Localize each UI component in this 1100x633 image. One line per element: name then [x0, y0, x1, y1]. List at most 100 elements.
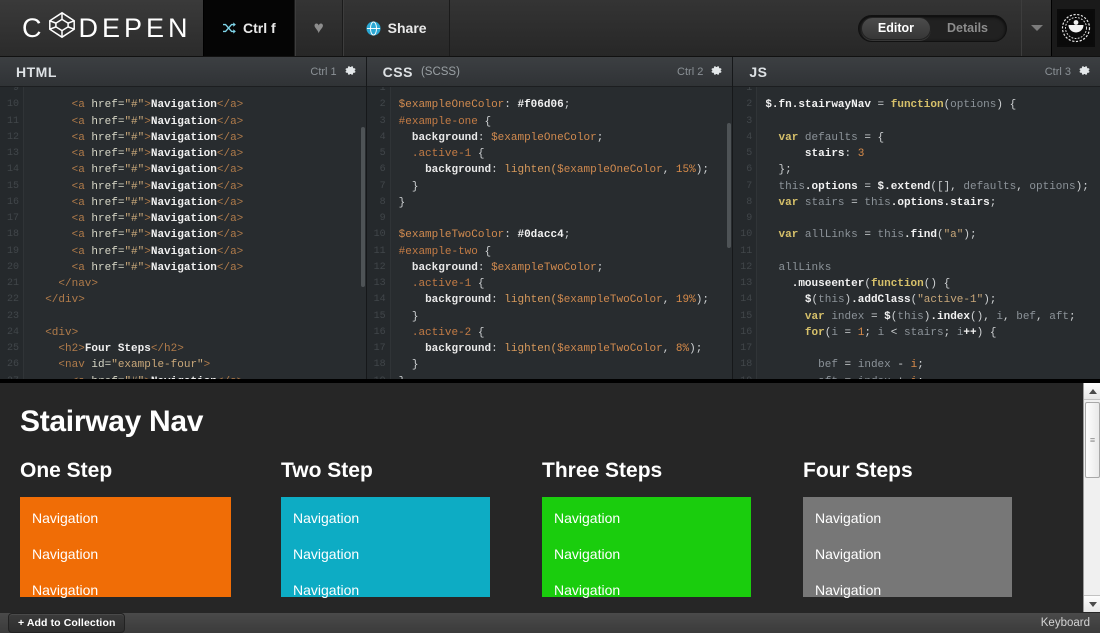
line-number: 1 [733, 87, 757, 97]
demo-nav-link[interactable]: Navigation [542, 583, 751, 597]
panel-header-js: JS Ctrl 3 [733, 57, 1100, 87]
demo-nav-link[interactable]: Navigation [20, 583, 231, 597]
demo-nav-link[interactable]: Navigation [803, 547, 1012, 561]
line-number: 10 [733, 227, 757, 243]
code-line-text [757, 244, 765, 260]
line-number: 5 [733, 146, 757, 162]
code-line: 14 background: lighten($exampleTwoColor,… [367, 292, 733, 308]
code-line-text [757, 87, 765, 97]
line-number: 4 [733, 130, 757, 146]
line-number: 17 [0, 211, 24, 227]
line-number: 5 [367, 146, 391, 162]
code-line-text: <a href="#">Navigation</a> [24, 114, 243, 130]
view-mode-toggle[interactable]: Editor Details [858, 15, 1007, 42]
panel-shortcut-css: Ctrl 2 [677, 66, 703, 78]
tab-details[interactable]: Details [931, 17, 1004, 40]
code-line: 19 <a href="#">Navigation</a> [0, 244, 366, 260]
user-menu-dropdown-button[interactable] [1021, 0, 1051, 56]
topbar-spacer [450, 0, 858, 56]
panel-title-html: HTML [16, 64, 57, 80]
scroll-down-arrow-icon[interactable] [1084, 595, 1100, 612]
line-number: 11 [367, 244, 391, 260]
code-line-text: background: $exampleTwoColor; [391, 260, 604, 276]
shuffle-icon [222, 22, 236, 34]
gear-icon[interactable] [710, 64, 723, 79]
code-line: 11#example-two { [367, 244, 733, 260]
code-line-text: <a href="#">Navigation</a> [24, 195, 243, 211]
line-number: 1 [367, 87, 391, 97]
gear-icon[interactable] [1078, 64, 1091, 79]
heart-icon: ♥ [314, 18, 324, 38]
demo-nav-link[interactable]: Navigation [281, 583, 490, 597]
panel-scrollbar[interactable] [727, 123, 731, 248]
scrollbar-thumb[interactable]: ≡ [1085, 402, 1100, 478]
demo-nav-link[interactable]: Navigation [542, 511, 751, 525]
line-number: 8 [733, 195, 757, 211]
panel-title-css: CSS [383, 64, 413, 80]
user-avatar-button[interactable] [1051, 0, 1100, 56]
line-number: 12 [733, 260, 757, 276]
preview-scrollbar[interactable]: ≡ [1083, 383, 1100, 612]
codepen-logo[interactable]: C DEPEN [0, 0, 203, 56]
demo-nav-box: Navigation Navigation Navigation [803, 497, 1012, 597]
demo-column: One StepNavigationNavigationNavigation [20, 459, 281, 612]
code-line: 2$.fn.stairwayNav = function(options) { [733, 97, 1100, 113]
line-number: 16 [0, 195, 24, 211]
demo-nav-link[interactable]: Navigation [803, 511, 1012, 525]
code-area-css[interactable]: 12$exampleOneColor: #f06d06;3#example-on… [367, 87, 733, 379]
demo-nav-link[interactable]: Navigation [803, 583, 1012, 597]
panel-js: JS Ctrl 3 12$.fn.stairwayNav = function(… [733, 57, 1100, 379]
code-line: 12 background: $exampleTwoColor; [367, 260, 733, 276]
code-line: 13 .active-1 { [367, 276, 733, 292]
line-number: 15 [0, 179, 24, 195]
demo-nav-link[interactable]: Navigation [542, 547, 751, 561]
panel-shortcut-html: Ctrl 1 [310, 66, 336, 78]
code-area-html[interactable]: 9 10 <a href="#">Navigation</a>11 <a hre… [0, 87, 366, 379]
code-line-text: $.fn.stairwayNav = function(options) { [757, 97, 1016, 113]
code-line: 12 allLinks [733, 260, 1100, 276]
panel-scrollbar[interactable] [361, 127, 365, 287]
search-shortcut-label: Ctrl f [243, 20, 276, 36]
demo-nav-link[interactable]: Navigation [281, 511, 490, 525]
demo-nav-link[interactable]: Navigation [281, 547, 490, 561]
code-line-text: <a href="#">Navigation</a> [24, 211, 243, 227]
line-number: 18 [0, 227, 24, 243]
line-number: 6 [367, 162, 391, 178]
gear-icon[interactable] [344, 64, 357, 79]
line-number: 2 [367, 97, 391, 113]
code-line-text: allLinks [757, 260, 831, 276]
code-line-text [757, 211, 765, 227]
codepen-logo-icon [47, 10, 77, 47]
code-line-text: var defaults = { [757, 130, 884, 146]
code-line: 11 [733, 244, 1100, 260]
keyboard-shortcuts-button[interactable]: Keyboard [1041, 617, 1090, 629]
panel-header-css: CSS (SCSS) Ctrl 2 [367, 57, 733, 87]
code-line: 14 <a href="#">Navigation</a> [0, 162, 366, 178]
line-number: 14 [367, 292, 391, 308]
code-line-text: <h2>Four Steps</h2> [24, 341, 184, 357]
code-line: 14 $(this).addClass("active-1"); [733, 292, 1100, 308]
scroll-up-arrow-icon[interactable] [1084, 383, 1100, 400]
love-button[interactable]: ♥ [295, 0, 343, 56]
tab-editor[interactable]: Editor [861, 17, 931, 40]
code-line-text: for(i = 1; i < stairs; i++) { [757, 325, 996, 341]
demo-column: Four StepsNavigationNavigationNavigation [803, 459, 1064, 612]
demo-nav-link[interactable]: Navigation [20, 511, 231, 525]
line-number: 9 [367, 211, 391, 227]
add-to-collection-button[interactable]: + Add to Collection [8, 613, 125, 633]
codepen-wordmark: C DEPEN [22, 10, 192, 47]
chevron-down-icon [1031, 25, 1043, 31]
search-shortcut-button[interactable]: Ctrl f [203, 0, 295, 56]
panel-title-js: JS [749, 64, 767, 80]
line-number: 3 [367, 114, 391, 130]
demo-nav-link[interactable]: Navigation [20, 547, 231, 561]
code-line: 17 <a href="#">Navigation</a> [0, 211, 366, 227]
code-line-text [24, 87, 72, 97]
code-line: 11 <a href="#">Navigation</a> [0, 114, 366, 130]
share-button[interactable]: Share [343, 0, 450, 56]
code-line-text: background: lighten($exampleTwoColor, 19… [391, 292, 709, 308]
code-line-text: } [391, 309, 419, 325]
demo-column: Two StepNavigationNavigationNavigation [281, 459, 542, 612]
preview-pane: Stairway Nav One StepNavigationNavigatio… [0, 379, 1100, 612]
code-area-js[interactable]: 12$.fn.stairwayNav = function(options) {… [733, 87, 1100, 379]
